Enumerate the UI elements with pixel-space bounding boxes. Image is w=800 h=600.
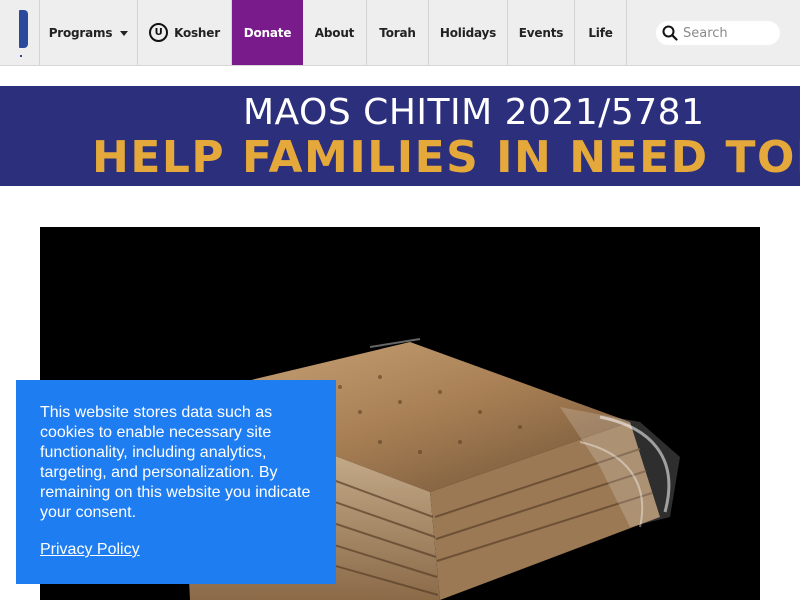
- nav-item-label: Events: [518, 25, 564, 40]
- nav-item-holidays[interactable]: Holidays: [429, 0, 508, 65]
- nav-item-label: Life: [588, 25, 613, 40]
- logo-mark-icon: [19, 10, 28, 48]
- nav-item-label: Donate: [243, 25, 292, 40]
- nav-item-label: Kosher: [174, 25, 220, 40]
- nav-item-label: Torah: [379, 25, 416, 40]
- search-icon[interactable]: [662, 25, 678, 41]
- chevron-down-icon: [120, 31, 129, 36]
- maos-chitim-banner[interactable]: MAOS CHITIM 2021/5781 HELP FAMILIES IN N…: [0, 86, 800, 186]
- search-box[interactable]: [656, 21, 780, 45]
- search-input[interactable]: [683, 25, 773, 41]
- nav-item-label: About: [314, 25, 355, 40]
- nav-item-donate[interactable]: Donate: [232, 0, 303, 65]
- banner-subtitle: HELP FAMILIES IN NEED TODAY: [92, 132, 800, 183]
- nav-item-kosher[interactable]: U Kosher: [138, 0, 232, 65]
- nav-item-torah[interactable]: Torah: [367, 0, 429, 65]
- ou-kosher-icon: U: [149, 23, 169, 42]
- nav-item-events[interactable]: Events: [508, 0, 575, 65]
- nav-item-label: Programs: [48, 25, 113, 40]
- nav-item-about[interactable]: About: [303, 0, 367, 65]
- nav-item-life[interactable]: Life: [575, 0, 627, 65]
- top-navigation-bar: Programs U Kosher Donate About Torah Hol…: [0, 0, 800, 66]
- nav-item-programs[interactable]: Programs: [40, 0, 138, 65]
- cookie-consent-banner: This website stores data such as cookies…: [16, 380, 336, 584]
- nav-item-label: Holidays: [439, 25, 497, 40]
- privacy-policy-link[interactable]: Privacy Policy: [40, 540, 140, 560]
- banner-title: MAOS CHITIM 2021/5781: [243, 92, 705, 133]
- cookie-message: This website stores data such as cookies…: [40, 404, 311, 521]
- site-logo[interactable]: [0, 0, 40, 65]
